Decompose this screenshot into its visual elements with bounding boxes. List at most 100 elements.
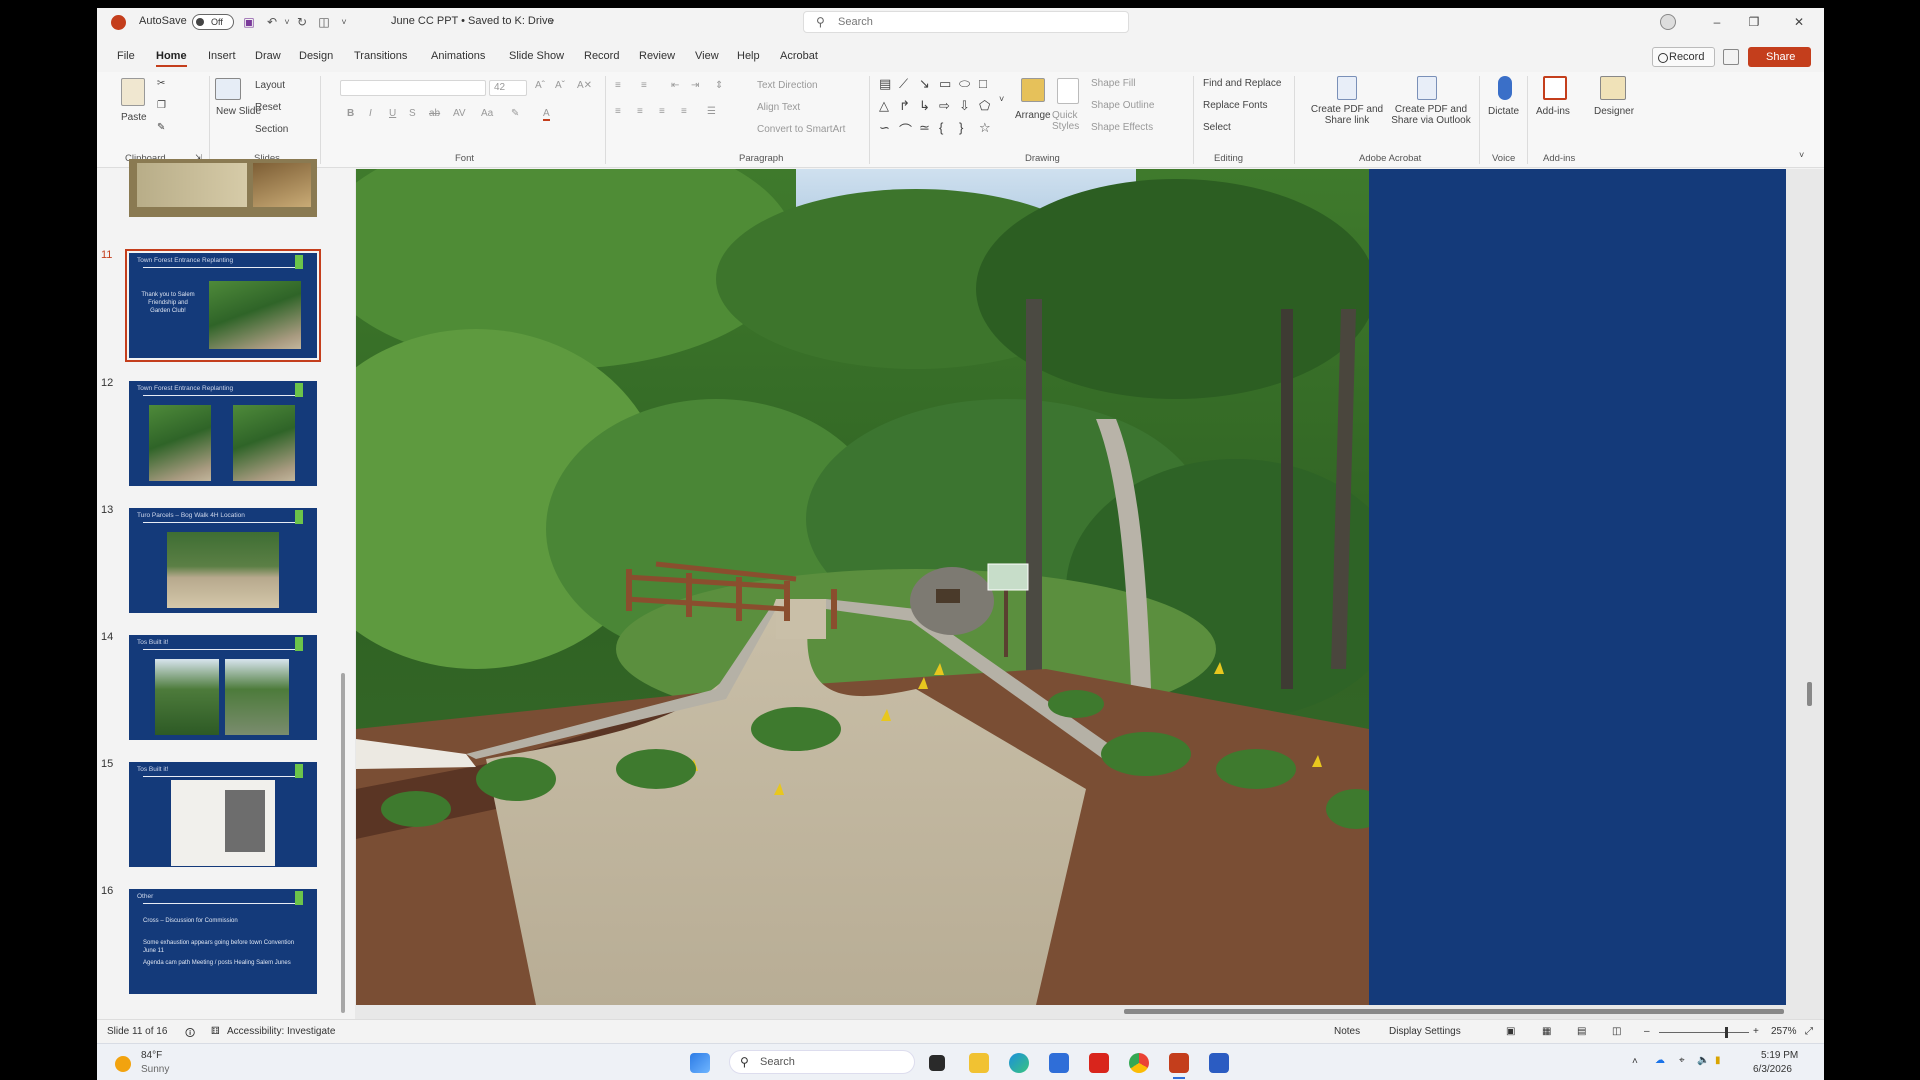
acrobat-icon[interactable] xyxy=(1089,1053,1109,1073)
slide-thumbnail-12[interactable]: Town Forest Entrance Replanting xyxy=(129,381,317,486)
align-left-icon[interactable]: ≡ xyxy=(615,106,621,117)
powerpoint-taskbar-icon[interactable] xyxy=(1169,1053,1189,1073)
clock-time[interactable]: 5:19 PM xyxy=(1761,1050,1798,1061)
select-button[interactable]: Select xyxy=(1203,122,1231,133)
elbow-arrow-icon[interactable]: ↳ xyxy=(919,98,930,114)
tab-insert[interactable]: Insert xyxy=(208,50,236,62)
horizontal-scrollbar[interactable] xyxy=(355,1005,1805,1019)
create-pdf-share-button[interactable]: Create PDF and Share link xyxy=(1304,104,1390,126)
create-pdf-outlook-icon[interactable] xyxy=(1417,76,1437,100)
create-pdf-share-icon[interactable] xyxy=(1337,76,1357,100)
format-painter-icon[interactable]: ✎ xyxy=(157,122,165,133)
copy-icon[interactable]: ❐ xyxy=(157,100,166,111)
document-title[interactable]: June CC PPT • Saved to K: Drive xyxy=(391,15,554,27)
arrow-line-shape-icon[interactable]: ↘ xyxy=(919,76,930,92)
save-icon[interactable]: ▣ xyxy=(242,15,256,29)
start-windows-icon[interactable] xyxy=(690,1053,710,1073)
paste-label[interactable]: Paste xyxy=(121,112,147,123)
sun-icon[interactable] xyxy=(115,1056,131,1072)
left-brace-shape-icon[interactable]: { xyxy=(939,120,943,135)
shape-fill-button[interactable]: Shape Fill xyxy=(1091,78,1135,89)
decrease-indent-icon[interactable]: ⇤ xyxy=(671,80,679,91)
undo-icon[interactable]: ↶ xyxy=(265,15,279,29)
collapse-ribbon-icon[interactable]: ˅ xyxy=(1799,150,1804,160)
tab-draw[interactable]: Draw xyxy=(255,50,281,62)
slide-thumbnail-16[interactable]: Other Cross – Discussion for Commission … xyxy=(129,889,317,994)
search-box[interactable]: ⚲ Search xyxy=(803,11,1129,33)
tab-transitions[interactable]: Transitions xyxy=(354,50,407,62)
align-center-icon[interactable]: ≡ xyxy=(637,106,643,117)
undo-dropdown-icon[interactable]: ˅ xyxy=(280,15,294,29)
title-dropdown-icon[interactable]: ˅ xyxy=(545,15,559,29)
bold-icon[interactable]: B xyxy=(347,108,354,119)
thumbnail-scrollbar[interactable] xyxy=(340,173,346,1015)
numbering-icon[interactable]: ≡ xyxy=(641,80,647,91)
font-color-icon[interactable]: A xyxy=(543,108,550,121)
customize-toolbar-icon[interactable]: ˅ xyxy=(337,15,351,29)
slide-thumbnail-15[interactable]: Tos Built it! xyxy=(129,762,317,867)
designer-button[interactable]: Designer xyxy=(1594,106,1634,117)
add-ins-icon[interactable] xyxy=(1543,76,1567,100)
autosave-toggle[interactable]: Off xyxy=(192,14,234,30)
slide-thumbnail-14[interactable]: Tos Built it! xyxy=(129,635,317,740)
align-right-icon[interactable]: ≡ xyxy=(659,106,665,117)
square-shape-icon[interactable]: □ xyxy=(979,76,987,91)
increase-indent-icon[interactable]: ⇥ xyxy=(691,80,699,91)
clear-formatting-icon[interactable]: A✕ xyxy=(577,80,592,91)
share-button[interactable]: Share xyxy=(1748,47,1811,67)
volume-icon[interactable]: 🔈 xyxy=(1697,1055,1709,1066)
new-slide-icon[interactable] xyxy=(215,78,241,100)
replace-fonts-button[interactable]: Replace Fonts xyxy=(1203,100,1267,111)
zoom-out-icon[interactable]: – xyxy=(1644,1026,1650,1037)
curve-shape-icon[interactable]: ≃ xyxy=(919,120,930,136)
tab-home[interactable]: Home xyxy=(156,50,187,67)
accessibility-icon[interactable]: ⚅ xyxy=(211,1026,220,1037)
edge-icon[interactable] xyxy=(1009,1053,1029,1073)
display-settings-button[interactable]: Display Settings xyxy=(1389,1026,1461,1037)
arc-shape-icon[interactable]: ⌒ xyxy=(899,120,912,139)
align-text-button[interactable]: Align Text xyxy=(757,102,800,113)
tab-review[interactable]: Review xyxy=(639,50,675,62)
change-case-icon[interactable]: Aa xyxy=(481,108,493,119)
shape-outline-button[interactable]: Shape Outline xyxy=(1091,100,1154,111)
right-arrow-shape-icon[interactable]: ⇨ xyxy=(939,98,950,114)
slideshow-view-icon[interactable]: ◫ xyxy=(1612,1026,1621,1037)
line-shape-icon[interactable]: ⟋ xyxy=(899,76,908,92)
arrange-icon[interactable] xyxy=(1021,78,1045,102)
fit-to-window-icon[interactable]: ⤢ xyxy=(1805,1026,1813,1037)
down-arrow-shape-icon[interactable]: ⇩ xyxy=(959,98,970,114)
spelling-check-icon[interactable]: 🛈 xyxy=(185,1026,195,1043)
reset-button[interactable]: Reset xyxy=(255,102,281,113)
find-replace-button[interactable]: Find and Replace xyxy=(1203,78,1281,89)
wifi-icon[interactable]: ⌖ xyxy=(1679,1055,1685,1066)
add-ins-button[interactable]: Add-ins xyxy=(1536,106,1570,117)
zoom-level[interactable]: 257% xyxy=(1771,1026,1797,1037)
task-view-icon[interactable] xyxy=(929,1055,945,1071)
shadow-icon[interactable]: S xyxy=(409,108,416,119)
designer-icon[interactable] xyxy=(1600,76,1626,100)
normal-view-icon[interactable]: ▣ xyxy=(1506,1026,1515,1037)
record-button[interactable]: Record xyxy=(1652,47,1715,67)
columns-icon[interactable]: ☰ xyxy=(707,106,716,117)
italic-icon[interactable]: I xyxy=(369,108,372,119)
font-name-field[interactable] xyxy=(340,80,486,96)
notes-button[interactable]: Notes xyxy=(1334,1026,1360,1037)
grow-font-icon[interactable]: Aˆ xyxy=(535,80,545,91)
triangle-shape-icon[interactable]: △ xyxy=(879,98,889,114)
zoom-in-icon[interactable]: + xyxy=(1753,1026,1759,1037)
zoom-slider-thumb[interactable] xyxy=(1725,1027,1728,1038)
strikethrough-icon[interactable]: ab xyxy=(429,108,440,119)
shapes-more-icon[interactable]: ˅ xyxy=(999,94,1004,104)
tab-acrobat[interactable]: Acrobat xyxy=(780,50,818,62)
tab-design[interactable]: Design xyxy=(299,50,333,62)
account-avatar-icon[interactable] xyxy=(1660,14,1676,30)
justify-icon[interactable]: ≡ xyxy=(681,106,687,117)
close-icon[interactable]: ✕ xyxy=(1788,12,1810,32)
shape-effects-button[interactable]: Shape Effects xyxy=(1091,122,1153,133)
tab-slide-show[interactable]: Slide Show xyxy=(509,50,564,62)
textbox-shape-icon[interactable]: ▤ xyxy=(879,76,891,92)
weather-desc[interactable]: Sunny xyxy=(141,1064,169,1075)
slide-thumbnail-13[interactable]: Turo Parcels – Bog Walk 4H Location xyxy=(129,508,317,613)
clock-date[interactable]: 6/3/2026 xyxy=(1753,1064,1792,1075)
outlook-icon[interactable] xyxy=(1049,1053,1069,1073)
